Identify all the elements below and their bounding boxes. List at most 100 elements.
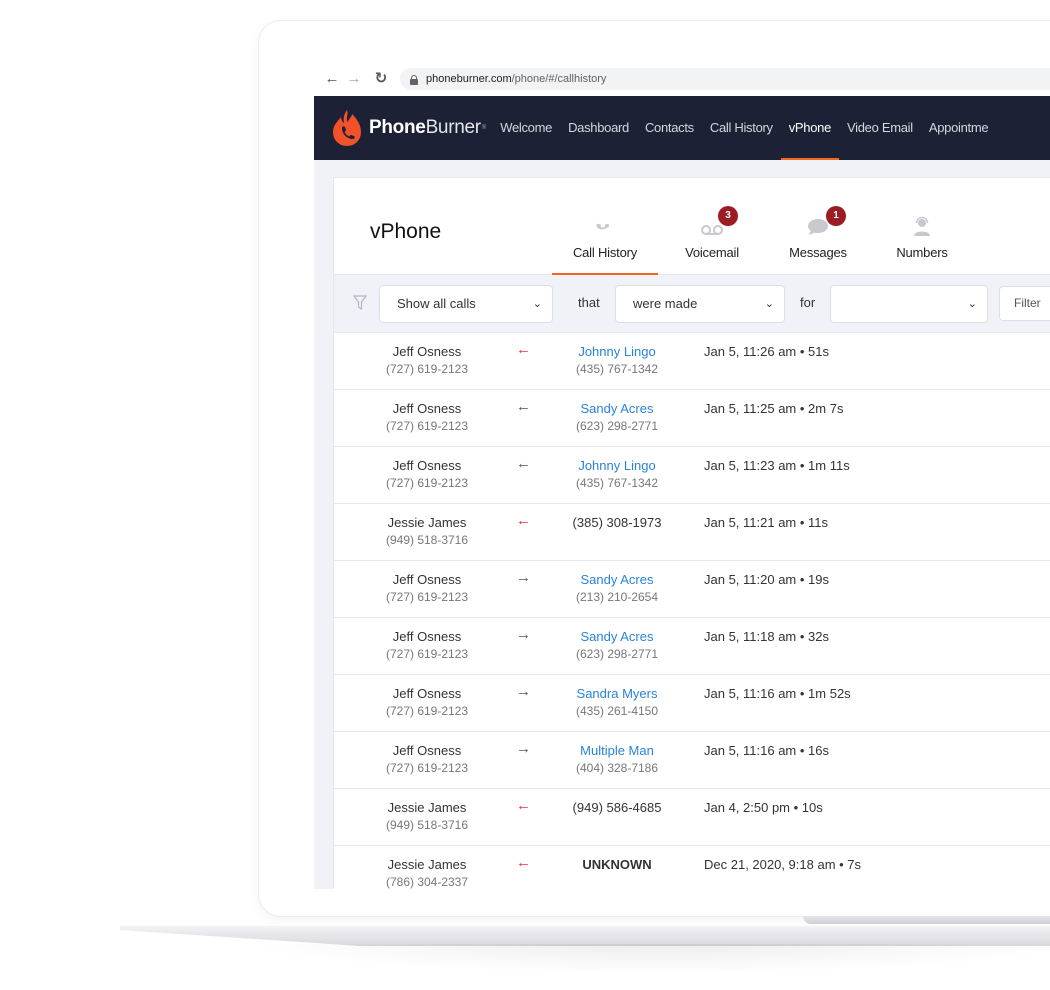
caller: Jeff Osness (727) 619-2123: [362, 344, 492, 376]
caller-phone: (727) 619-2123: [385, 362, 469, 376]
recipient-name[interactable]: Multiple Man: [550, 743, 684, 758]
direction-arrow-icon: →: [516, 740, 531, 757]
caller-name: Jeff Osness: [392, 743, 462, 758]
caller-name: Jeff Osness: [392, 629, 462, 644]
direction-arrow-icon: ←: [516, 455, 531, 472]
caller-phone: (727) 619-2123: [385, 761, 469, 775]
tab-numbers[interactable]: Numbers: [886, 212, 958, 275]
back-arrow-icon[interactable]: ←: [322, 70, 342, 87]
tab-call-history[interactable]: Call History: [552, 212, 658, 275]
recipient-name: (385) 308-1973: [572, 515, 662, 530]
filter-bar: Show all calls ⌄ that were made ⌄ for ⌄ …: [334, 275, 1050, 333]
call-time-duration: Jan 5, 11:18 am • 32s: [704, 629, 829, 644]
nav-video-email[interactable]: Video Email: [847, 96, 913, 160]
call-time-duration: Jan 4, 2:50 pm • 10s: [704, 800, 823, 815]
recipient-name: UNKNOWN: [582, 857, 652, 872]
call-type-select[interactable]: Show all calls ⌄: [379, 285, 553, 323]
nav-vphone[interactable]: vPhone: [780, 96, 840, 160]
call-row[interactable]: Jeff Osness (727) 619-2123 → Multiple Ma…: [334, 732, 1050, 789]
call-time-duration: Jan 5, 11:21 am • 11s: [704, 515, 829, 530]
recipient: Sandy Acres (623) 298-2771: [550, 401, 684, 433]
caller-phone: (949) 518-3716: [385, 818, 469, 832]
call-row[interactable]: Jeff Osness (727) 619-2123 → Sandra Myer…: [334, 675, 1050, 732]
laptop-base: [120, 926, 1050, 946]
caller-name: Jessie James: [387, 515, 467, 530]
tab-voicemail[interactable]: 3 Voicemail: [674, 206, 750, 275]
nav-welcome[interactable]: Welcome: [500, 96, 552, 160]
caller: Jessie James (949) 518-3716: [362, 515, 492, 547]
tab-label: Voicemail: [685, 245, 739, 260]
caller: Jeff Osness (727) 619-2123: [362, 743, 492, 775]
nav-menu: Welcome Dashboard Contacts Call History …: [500, 96, 1004, 160]
tab-label: Call History: [572, 245, 638, 260]
caller-name: Jeff Osness: [392, 686, 462, 701]
call-row[interactable]: Jeff Osness (727) 619-2123 → Sandy Acres…: [334, 618, 1050, 675]
caller-name: Jeff Osness: [392, 458, 462, 473]
tab-messages[interactable]: 1 Messages: [778, 206, 858, 275]
direction-arrow-icon: ←: [516, 341, 531, 358]
caller-name: Jeff Osness: [392, 401, 462, 416]
registered-mark: ®: [481, 125, 487, 131]
recipient-phone: (623) 298-2771: [575, 419, 659, 433]
chevron-down-icon: ⌄: [532, 298, 542, 310]
call-row[interactable]: Jeff Osness (727) 619-2123 ← Johnny Ling…: [334, 447, 1050, 504]
call-row[interactable]: Jeff Osness (727) 619-2123 ← Sandy Acres…: [334, 390, 1050, 447]
address-bar[interactable]: phoneburner.com/phone/#/callhistory: [400, 68, 1050, 90]
nav-dashboard[interactable]: Dashboard: [568, 96, 629, 160]
recipient: Johnny Lingo (435) 767-1342: [550, 344, 684, 376]
reload-icon[interactable]: ↻: [371, 69, 391, 87]
call-row[interactable]: Jessie James (786) 304-2337 ← UNKNOWN De…: [334, 846, 1050, 889]
nav-appointments[interactable]: Appointme: [929, 96, 989, 160]
caller: Jeff Osness (727) 619-2123: [362, 458, 492, 490]
recipient-name: (949) 586-4685: [572, 800, 662, 815]
call-direction-select[interactable]: were made ⌄: [615, 285, 785, 323]
phone-icon: [552, 212, 658, 236]
caller-name: Jeff Osness: [392, 572, 462, 587]
recipient-name[interactable]: Sandy Acres: [550, 629, 684, 644]
headset-user-icon: [886, 212, 958, 236]
direction-arrow-icon: →: [516, 569, 531, 586]
direction-arrow-icon: ←: [516, 854, 531, 871]
direction-arrow-icon: ←: [516, 398, 531, 415]
call-row[interactable]: Jeff Osness (727) 619-2123 ← Johnny Ling…: [334, 333, 1050, 390]
call-row[interactable]: Jessie James (949) 518-3716 ← (949) 586-…: [334, 789, 1050, 846]
chat-bubble-icon: 1: [778, 206, 858, 236]
forward-arrow-icon[interactable]: →: [344, 70, 364, 87]
call-row[interactable]: Jeff Osness (727) 619-2123 → Sandy Acres…: [334, 561, 1050, 618]
for-user-select[interactable]: ⌄: [830, 285, 988, 323]
chevron-down-icon: ⌄: [764, 298, 774, 310]
recipient-phone: (623) 298-2771: [575, 647, 659, 661]
direction-arrow-icon: →: [516, 683, 531, 700]
call-row[interactable]: Jessie James (949) 518-3716 ← (385) 308-…: [334, 504, 1050, 561]
recipient: UNKNOWN: [550, 857, 684, 875]
panel-header: vPhone Call History 3 Voicemail 1 Messag…: [334, 178, 1050, 275]
nav-call-history[interactable]: Call History: [710, 96, 773, 160]
browser-toolbar: ← → ↻ phoneburner.com/phone/#/callhistor…: [314, 62, 1050, 96]
recipient: Sandy Acres (623) 298-2771: [550, 629, 684, 661]
recipient-name[interactable]: Sandy Acres: [550, 572, 684, 587]
for-label: for: [800, 295, 816, 310]
direction-arrow-icon: ←: [516, 797, 531, 814]
recipient: Johnny Lingo (435) 767-1342: [550, 458, 684, 490]
top-navigation: PhoneBurner ® Welcome Dashboard Contacts …: [314, 96, 1050, 160]
recipient-phone: (435) 767-1342: [575, 362, 659, 376]
recipient-name[interactable]: Johnny Lingo: [550, 458, 684, 473]
recipient-name[interactable]: Sandra Myers: [550, 686, 684, 701]
recipient-name[interactable]: Sandy Acres: [550, 401, 684, 416]
call-time-duration: Jan 5, 11:16 am • 1m 52s: [704, 686, 851, 701]
recipient-name[interactable]: Johnny Lingo: [550, 344, 684, 359]
nav-contacts[interactable]: Contacts: [645, 96, 694, 160]
call-type-value: Show all calls: [397, 296, 476, 311]
vphone-panel: vPhone Call History 3 Voicemail 1 Messag…: [333, 177, 1050, 889]
phoneburner-logo[interactable]: PhoneBurner ®: [332, 109, 486, 147]
caller: Jessie James (949) 518-3716: [362, 800, 492, 832]
caller-phone: (786) 304-2337: [385, 875, 469, 889]
recipient-phone: (213) 210-2654: [575, 590, 659, 604]
caller-name: Jessie James: [387, 857, 467, 872]
caller: Jessie James (786) 304-2337: [362, 857, 492, 889]
logo-text-light: Burner: [425, 117, 482, 138]
caller-phone: (727) 619-2123: [385, 704, 469, 718]
recipient: (385) 308-1973: [550, 515, 684, 533]
recipient-phone: (435) 767-1342: [575, 476, 659, 490]
filter-button[interactable]: Filter: [999, 286, 1050, 321]
